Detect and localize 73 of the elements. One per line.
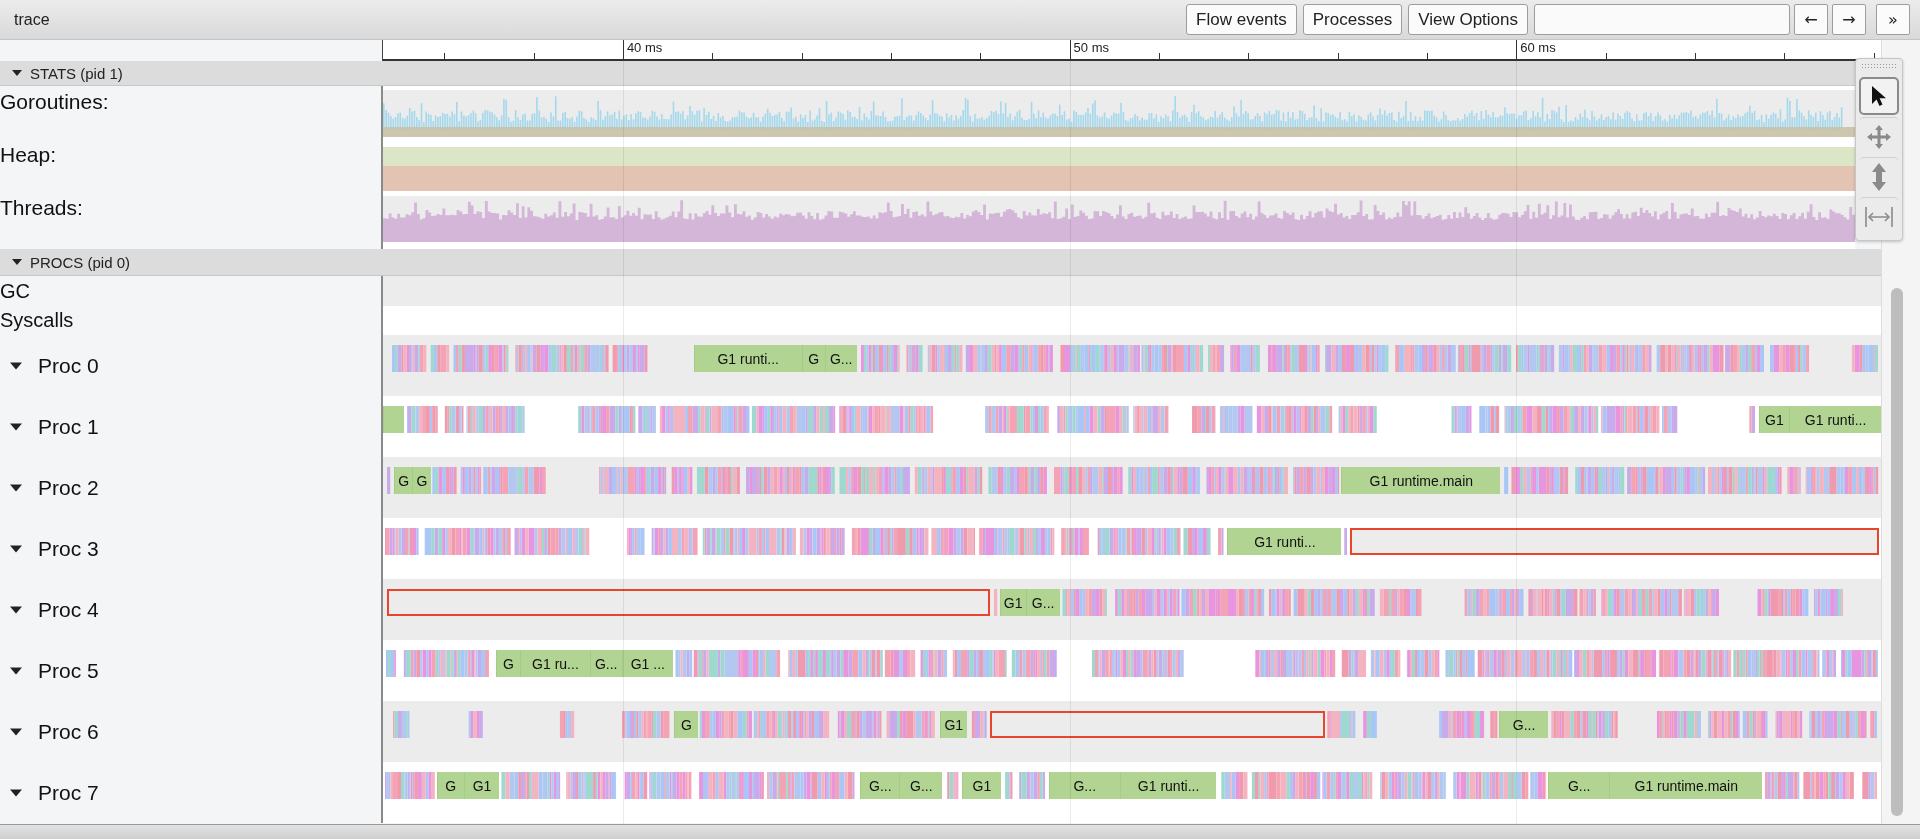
time-label: 50 ms — [1069, 40, 1109, 59]
time-label: 40 ms — [622, 40, 663, 59]
track-label: Proc 6 — [38, 719, 99, 744]
track-label: Proc 3 — [38, 536, 99, 561]
search-field[interactable] — [1534, 4, 1790, 35]
slice-block[interactable]: G — [801, 345, 825, 372]
time-label: 60 ms — [1516, 40, 1556, 59]
move-icon — [1866, 123, 1892, 150]
slice-block[interactable]: G... — [860, 772, 900, 799]
slice-block[interactable]: G... — [1548, 772, 1610, 799]
toolbar-button[interactable]: Flow events — [1186, 4, 1297, 35]
window-title: trace — [14, 10, 50, 29]
slice-block[interactable]: G... — [1025, 589, 1060, 616]
caret-icon[interactable] — [12, 257, 22, 267]
slice-block[interactable]: G... — [589, 650, 622, 677]
track-label: Goroutines: — [0, 90, 109, 114]
slice-block[interactable]: G1 — [961, 772, 1002, 799]
tool-button[interactable] — [1859, 77, 1899, 115]
slice-block[interactable]: G... — [1499, 711, 1549, 738]
slice-block[interactable]: G — [412, 467, 431, 494]
slice-block[interactable]: G1 runti... — [1227, 528, 1342, 555]
toolbar-button[interactable]: View Options — [1408, 4, 1528, 35]
track-label: Proc 1 — [38, 414, 99, 439]
section-header[interactable]: PROCS (pid 0) — [0, 249, 1881, 276]
slice-block[interactable]: G1 ... — [621, 650, 674, 677]
track-label: Proc 4 — [38, 597, 99, 622]
section-title: STATS (pid 1) — [30, 64, 123, 82]
track-label: Proc 0 — [38, 353, 99, 378]
slice-block[interactable]: G1 runti... — [1789, 406, 1881, 433]
caret-icon[interactable] — [10, 542, 22, 555]
caret-icon[interactable] — [10, 786, 22, 799]
caret-icon[interactable] — [10, 481, 22, 494]
slice-block[interactable]: G1 runtime.main — [1609, 772, 1763, 799]
scrollbar-thumb[interactable] — [1891, 288, 1903, 816]
track-label: GC — [0, 279, 30, 303]
track-label: Proc 5 — [38, 658, 99, 683]
section-title: PROCS (pid 0) — [30, 253, 131, 271]
slice-block[interactable]: G — [436, 772, 464, 799]
nav-button[interactable]: ← — [1794, 4, 1828, 35]
slice-block[interactable]: G — [394, 467, 413, 494]
slice-block[interactable] — [990, 711, 1326, 738]
caret-icon[interactable] — [10, 359, 22, 372]
track-label: Threads: — [0, 196, 83, 220]
caret-icon[interactable] — [10, 603, 22, 616]
slice-block[interactable]: G1 runti... — [693, 345, 802, 372]
slice-block[interactable]: G — [674, 711, 698, 738]
slice-block[interactable]: G1 — [999, 589, 1026, 616]
track-label: Proc 2 — [38, 475, 99, 500]
slice-block[interactable]: G1 runti... — [1119, 772, 1217, 799]
vertical-arrows-icon — [1871, 162, 1887, 191]
slice-block[interactable]: G1 — [1758, 406, 1790, 433]
pointer-icon — [1870, 85, 1888, 107]
slice-block[interactable]: G1 ru... — [520, 650, 590, 677]
slice-block[interactable]: G1 — [939, 711, 967, 738]
nav-button[interactable]: » — [1876, 4, 1910, 35]
toolbar-button[interactable]: Processes — [1302, 4, 1403, 35]
track-label: Heap: — [0, 143, 57, 167]
slice-block[interactable]: G1 runtime.main — [1341, 467, 1501, 494]
track-label: Proc 7 — [38, 780, 99, 805]
caret-icon[interactable] — [10, 420, 22, 433]
caret-icon[interactable] — [10, 725, 22, 738]
slice-block[interactable]: G... — [1048, 772, 1120, 799]
slice-block[interactable]: G — [495, 650, 521, 677]
caret-icon[interactable] — [12, 68, 22, 78]
caret-icon[interactable] — [10, 664, 22, 677]
horizontal-arrows-icon — [1865, 205, 1893, 228]
track-label: Syscalls — [0, 309, 74, 332]
slice-block[interactable]: G1 — [463, 772, 500, 799]
slice-block[interactable] — [386, 589, 990, 616]
slice-block[interactable] — [1349, 528, 1879, 555]
nav-button[interactable]: → — [1832, 4, 1866, 35]
slice-block[interactable]: G... — [899, 772, 943, 799]
slice-block[interactable]: G... — [824, 345, 857, 372]
